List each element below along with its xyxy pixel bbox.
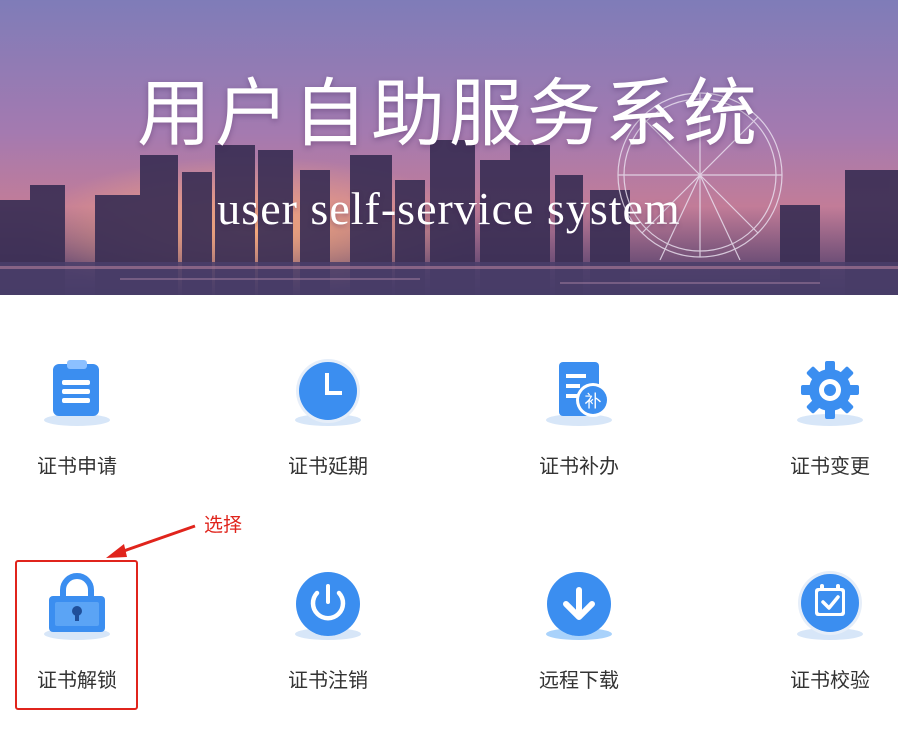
clipboard-icon — [44, 360, 110, 426]
service-label: 证书申请 — [37, 454, 117, 478]
banner-title: 用户自助服务系统 — [137, 71, 761, 157]
service-cert-reissue[interactable]: 补 证书补办 — [504, 356, 654, 506]
service-remote-download[interactable]: 远程下载 — [504, 570, 654, 720]
svg-text:补: 补 — [585, 392, 602, 412]
gear-icon — [797, 361, 863, 426]
service-label: 证书变更 — [790, 454, 870, 478]
service-label: 证书延期 — [288, 454, 368, 478]
annotation-label: 选择 — [204, 514, 243, 536]
banner-subtitle: user self-service system — [217, 183, 681, 234]
document-reissue-icon: 补 — [546, 362, 612, 426]
power-icon — [295, 572, 361, 640]
calendar-check-icon — [797, 571, 863, 640]
service-cert-revoke[interactable]: 证书注销 — [253, 570, 403, 720]
service-label: 远程下载 — [539, 668, 619, 692]
annotation-arrow-icon — [106, 524, 196, 558]
service-label: 证书校验 — [790, 668, 870, 692]
selection-highlight-box — [15, 560, 138, 710]
service-cert-change[interactable]: 证书变更 — [755, 356, 898, 506]
service-cert-verify[interactable]: 证书校验 — [755, 570, 898, 720]
clock-icon — [295, 359, 361, 426]
service-cert-apply[interactable]: 证书申请 — [2, 356, 152, 506]
service-cert-extend[interactable]: 证书延期 — [253, 356, 403, 506]
service-label: 证书补办 — [539, 454, 619, 478]
service-label: 证书注销 — [288, 668, 368, 692]
download-icon — [546, 572, 612, 640]
header-banner: 用户自助服务系统 user self-service system — [0, 0, 898, 295]
